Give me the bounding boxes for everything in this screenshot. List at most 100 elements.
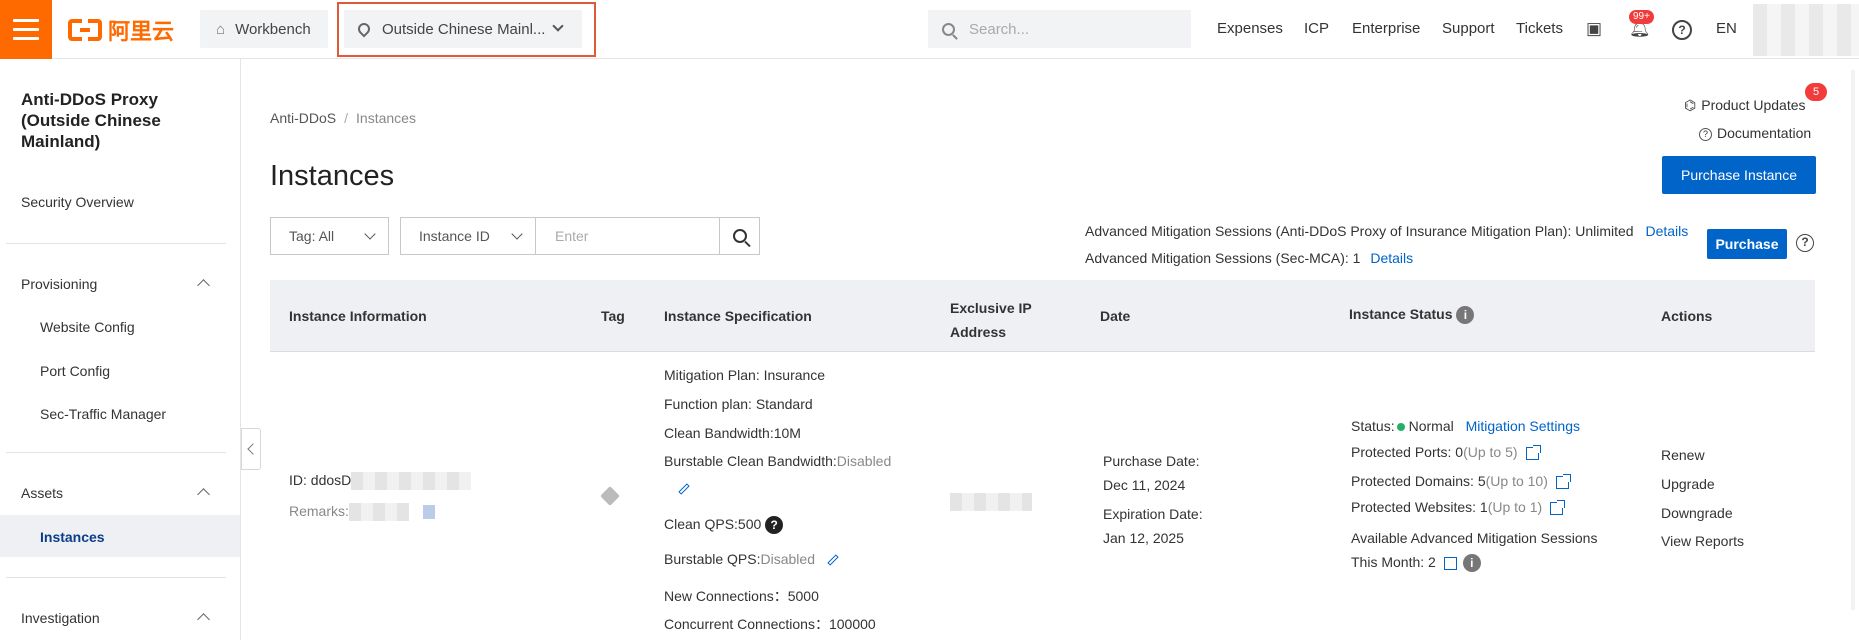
tag-icon[interactable] <box>600 486 620 506</box>
edit-bandwidth-button[interactable] <box>670 480 690 496</box>
instance-id-text: ID: ddosD <box>289 472 352 488</box>
protected-domains: Protected Domains: 5(Up to 10) <box>1351 473 1571 489</box>
chevron-down-icon <box>552 20 564 32</box>
downgrade-link[interactable]: Downgrade <box>1661 505 1733 521</box>
workbench-button[interactable]: ⌂ Workbench <box>200 10 328 48</box>
sidebar-collapse-handle[interactable] <box>241 428 261 470</box>
nav-expenses[interactable]: Expenses <box>1217 20 1283 37</box>
spec-function-plan: Function plan: Standard <box>664 396 813 412</box>
sidebar-group-assets[interactable]: Assets <box>21 485 63 501</box>
sidebar-product-title: Anti-DDoS Proxy (Outside Chinese Mainlan… <box>21 90 161 151</box>
breadcrumb-separator: / <box>344 110 349 126</box>
logo-mark-icon <box>68 17 102 43</box>
pencil-icon <box>678 483 690 495</box>
redacted-block <box>950 493 1032 512</box>
alibaba-cloud-logo[interactable]: 阿里云 <box>68 16 174 44</box>
calendar-icon[interactable] <box>1443 556 1457 570</box>
breadcrumb-current: Instances <box>356 110 416 126</box>
account-avatar[interactable] <box>1753 4 1859 56</box>
nav-enterprise[interactable]: Enterprise <box>1352 20 1420 37</box>
chevron-up-icon[interactable] <box>197 488 210 501</box>
spec-clean-bandwidth: Clean Bandwidth:10M <box>664 425 801 441</box>
nav-icp[interactable]: ICP <box>1304 20 1329 37</box>
header-instance-status-label: Instance Status <box>1349 306 1453 322</box>
header-date: Date <box>1100 308 1131 324</box>
details-link[interactable]: Details <box>1370 250 1413 266</box>
external-link-icon[interactable] <box>1525 444 1541 460</box>
sidebar-divider <box>6 243 226 244</box>
product-updates-link[interactable]: ⌬ Product Updates <box>1684 97 1806 114</box>
sidebar-group-investigation[interactable]: Investigation <box>21 610 100 626</box>
edit-remarks-icon[interactable] <box>422 505 435 520</box>
sidebar-item-security-overview[interactable]: Security Overview <box>21 194 134 210</box>
nav-support[interactable]: Support <box>1442 20 1495 37</box>
breadcrumb: Anti-DDoS / Instances <box>270 110 416 126</box>
sidebar-divider <box>6 452 226 453</box>
spec-burstable-qps: Burstable QPS:Disabled <box>664 551 839 567</box>
details-link[interactable]: Details <box>1645 223 1688 239</box>
tag-filter-select[interactable]: Tag: All <box>270 217 389 255</box>
search-button[interactable] <box>719 217 760 255</box>
pencil-icon[interactable] <box>827 554 839 566</box>
sidebar-item-instances[interactable]: Instances <box>40 529 105 545</box>
view-reports-link[interactable]: View Reports <box>1661 533 1744 549</box>
sidebar-divider <box>6 577 226 578</box>
documentation-label: Documentation <box>1717 125 1812 141</box>
protected-domains-limit: (Up to 10) <box>1485 473 1548 489</box>
purchase-instance-button[interactable]: Purchase Instance <box>1662 156 1816 194</box>
documentation-link[interactable]: ? Documentation <box>1699 125 1811 141</box>
mitigation-settings-link[interactable]: Mitigation Settings <box>1466 418 1580 434</box>
instance-id-filter-select[interactable]: Instance ID <box>400 217 536 255</box>
tag-filter-label: Tag: All <box>289 228 335 244</box>
chevron-up-icon[interactable] <box>197 613 210 626</box>
purchase-button[interactable]: Purchase <box>1707 229 1787 259</box>
global-search-input[interactable]: Search... <box>928 10 1191 48</box>
page-title: Instances <box>270 160 395 192</box>
renew-link[interactable]: Renew <box>1661 447 1705 463</box>
clean-qps-text: Clean QPS:500 <box>664 516 762 532</box>
status-label: Status: <box>1351 418 1395 434</box>
advanced-sessions-sec-mca: Advanced Mitigation Sessions (Sec-MCA): … <box>1085 250 1413 266</box>
question-icon[interactable]: ? <box>765 516 784 535</box>
info-icon[interactable]: i <box>1456 306 1475 325</box>
help-icon[interactable]: ? <box>1796 234 1814 252</box>
info-icon[interactable]: i <box>1462 554 1481 573</box>
expiration-date-value: Jan 12, 2025 <box>1103 530 1184 546</box>
advanced-sessions-insurance: Advanced Mitigation Sessions (Anti-DDoS … <box>1085 223 1688 239</box>
purchase-date-value: Dec 11, 2024 <box>1103 477 1186 493</box>
instance-remarks: Remarks: <box>289 503 435 522</box>
sidebar-group-provisioning[interactable]: Provisioning <box>21 276 97 292</box>
help-icon[interactable]: ? <box>1672 20 1692 40</box>
region-selector[interactable]: Outside Chinese Mainl... <box>344 10 582 48</box>
sidebar-active-highlight <box>0 515 240 557</box>
protected-websites-label: Protected Websites: 1 <box>1351 499 1488 515</box>
workbench-label: Workbench <box>235 20 311 38</box>
sidebar-item-website-config[interactable]: Website Config <box>40 319 135 335</box>
instance-status: Status: Normal Mitigation Settings <box>1351 418 1580 434</box>
instance-search-input[interactable]: Enter <box>535 217 720 255</box>
external-link-icon[interactable] <box>1555 473 1571 489</box>
chevron-up-icon[interactable] <box>197 279 210 292</box>
product-updates-badge: 5 <box>1805 83 1827 101</box>
search-icon <box>942 22 955 36</box>
chevron-down-icon <box>364 228 376 240</box>
menu-icon[interactable] <box>0 0 52 59</box>
sidebar-item-port-config[interactable]: Port Config <box>40 363 110 379</box>
page-scrollbar[interactable] <box>1851 70 1855 610</box>
header-tag: Tag <box>601 308 625 324</box>
location-pin-icon <box>355 20 373 38</box>
sidebar-item-sec-traffic-manager[interactable]: Sec-Traffic Manager <box>40 406 166 422</box>
instance-id-filter-label: Instance ID <box>419 228 490 244</box>
instance-id: ID: ddosD <box>289 472 472 491</box>
protected-ports-limit: (Up to 5) <box>1463 444 1518 460</box>
language-switch[interactable]: EN <box>1716 20 1737 37</box>
nav-tickets[interactable]: Tickets <box>1516 20 1563 37</box>
protected-websites: Protected Websites: 1(Up to 1) <box>1351 499 1566 515</box>
header-instance-status: Instance Status i <box>1349 306 1475 325</box>
external-link-icon[interactable] <box>1550 499 1566 515</box>
status-dot-icon <box>1396 423 1405 432</box>
terminal-icon[interactable]: ▣ <box>1586 19 1602 39</box>
sessions-this-month-text: This Month: 2 <box>1351 554 1436 570</box>
upgrade-link[interactable]: Upgrade <box>1661 476 1715 492</box>
breadcrumb-root[interactable]: Anti-DDoS <box>270 110 336 126</box>
